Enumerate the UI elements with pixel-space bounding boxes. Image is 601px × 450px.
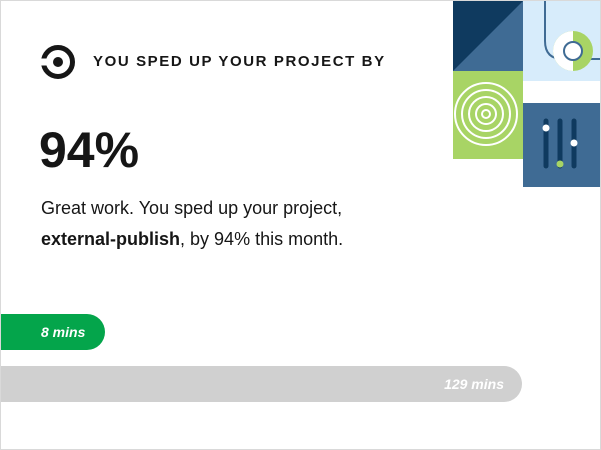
previous-duration-bar: 129 mins	[1, 366, 522, 402]
previous-duration-label: 129 mins	[444, 376, 504, 392]
speedup-percent: 94%	[39, 122, 140, 178]
description-line1: Great work. You sped up your project,	[41, 198, 343, 218]
speedup-card: YOU SPED UP YOUR PROJECT BY 94% Great wo…	[0, 0, 601, 450]
description-rest: , by 94% this month.	[180, 229, 344, 249]
circleci-logo-icon	[41, 45, 75, 79]
headline: YOU SPED UP YOUR PROJECT BY	[93, 53, 386, 70]
decorative-tiles-icon	[453, 1, 600, 187]
current-duration-label: 8 mins	[41, 324, 86, 340]
current-duration-bar: 8 mins	[1, 314, 105, 350]
description: Great work. You sped up your project, ex…	[41, 193, 441, 255]
project-name: external-publish	[41, 229, 181, 249]
